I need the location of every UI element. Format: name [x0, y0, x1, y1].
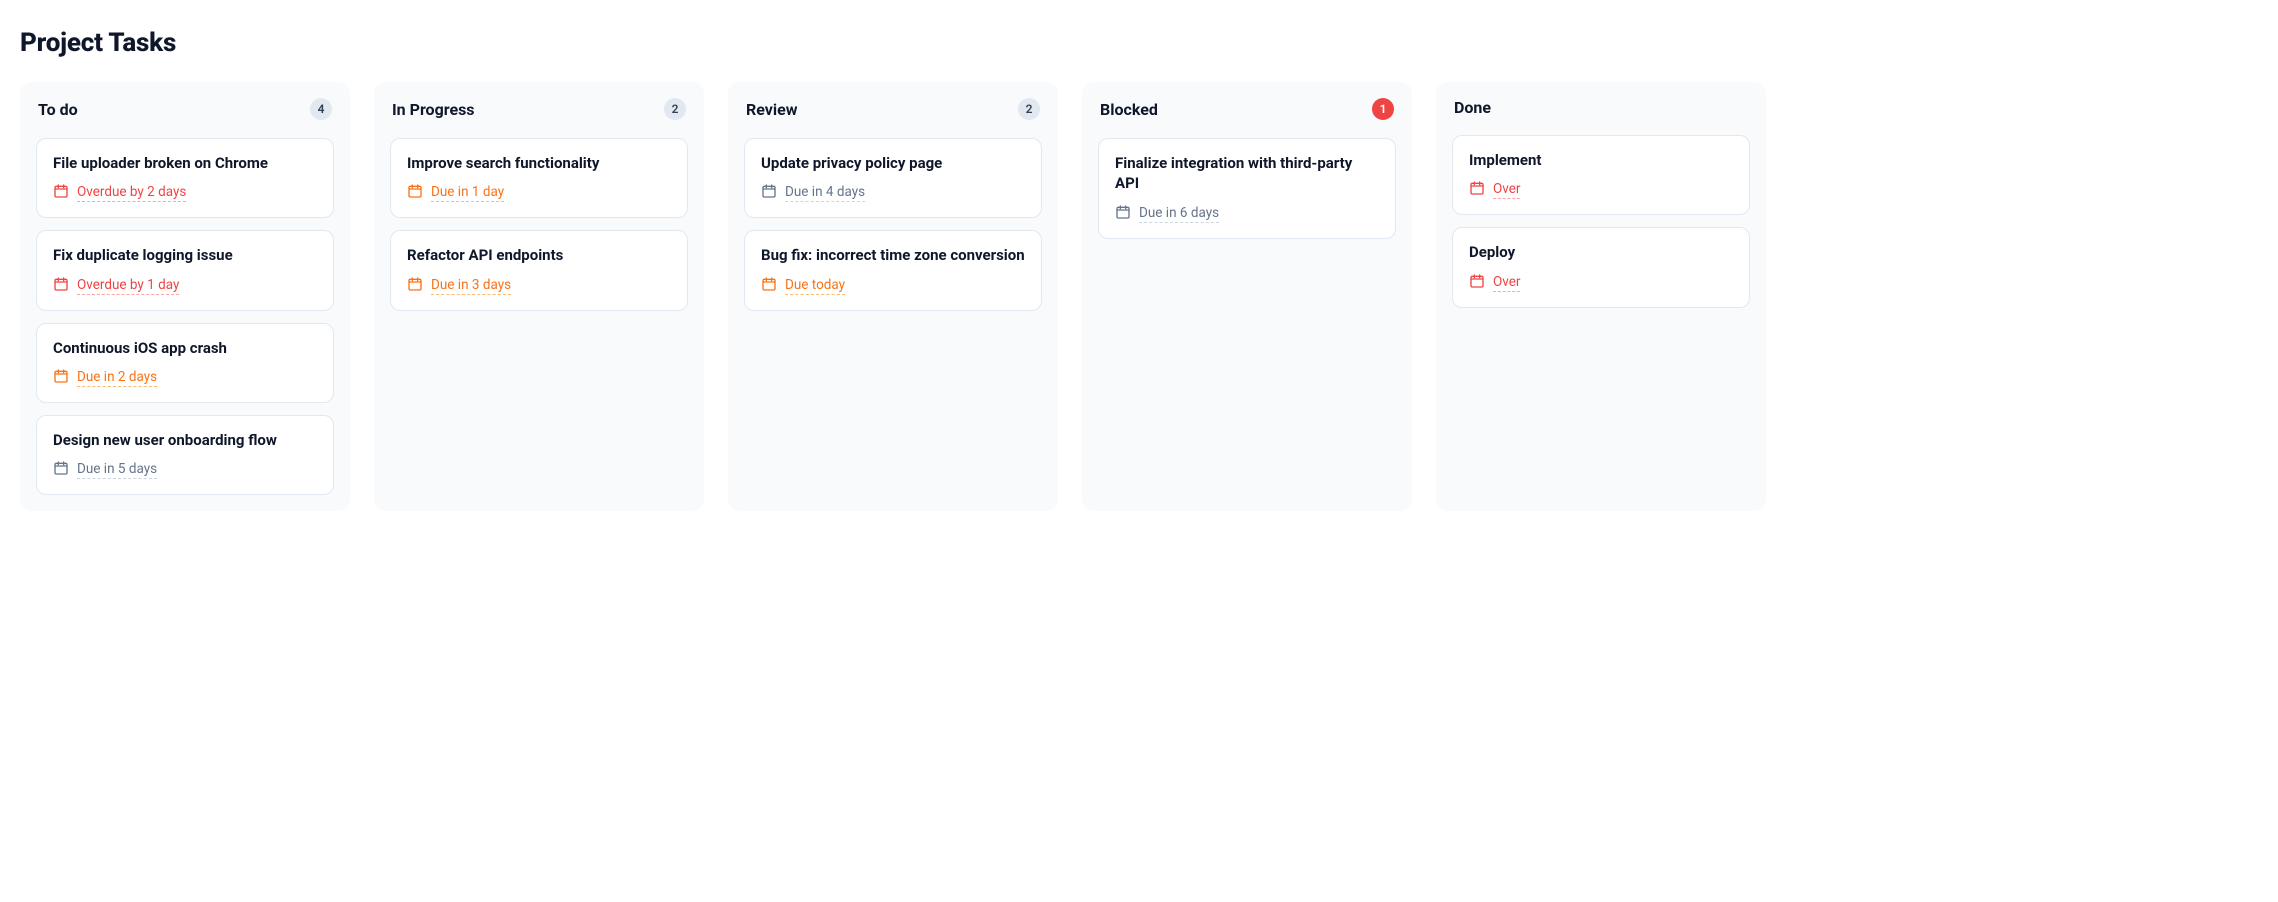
task-card[interactable]: Design new user onboarding flow Due in 5 … — [36, 415, 334, 495]
column-todo: To do 4 File uploader broken on Chrome Over… — [20, 82, 350, 511]
task-due: Overdue by 2 days — [53, 183, 317, 203]
column-done: Done Implement Over Deploy Over — [1436, 82, 1766, 511]
task-due: Due in 1 day — [407, 183, 671, 203]
column-in-progress: In Progress 2 Improve search functionality… — [374, 82, 704, 511]
task-due-label: Over — [1493, 274, 1520, 292]
calendar-icon — [761, 276, 777, 296]
task-title: Finalize integration with third-party AP… — [1115, 153, 1379, 194]
calendar-icon — [1115, 204, 1131, 224]
column-review: Review 2 Update privacy policy page Due in … — [728, 82, 1058, 511]
task-due: Due in 5 days — [53, 460, 317, 480]
task-due-label: Due in 6 days — [1139, 205, 1219, 223]
column-title: To do — [38, 100, 78, 119]
column-title: Done — [1454, 98, 1491, 117]
task-due: Due in 6 days — [1115, 204, 1379, 224]
task-due-label: Overdue by 1 day — [77, 277, 179, 295]
task-title: Fix duplicate logging issue — [53, 245, 317, 265]
task-title: Implement — [1469, 150, 1733, 170]
task-card[interactable]: Continuous iOS app crash Due in 2 days — [36, 323, 334, 403]
column-count-badge: 1 — [1372, 98, 1394, 120]
task-due: Over — [1469, 180, 1733, 200]
column-header: Blocked 1 — [1098, 98, 1396, 120]
column-count-badge: 4 — [310, 98, 332, 120]
calendar-icon — [53, 460, 69, 480]
column-header: To do 4 — [36, 98, 334, 120]
column-title: Review — [746, 100, 798, 119]
task-card[interactable]: Refactor API endpoints Due in 3 days — [390, 230, 688, 310]
calendar-icon — [53, 183, 69, 203]
calendar-icon — [1469, 180, 1485, 200]
task-title: Update privacy policy page — [761, 153, 1025, 173]
task-due: Due in 2 days — [53, 368, 317, 388]
kanban-board: To do 4 File uploader broken on Chrome Over… — [20, 82, 2258, 519]
task-title: Design new user onboarding flow — [53, 430, 317, 450]
task-title: File uploader broken on Chrome — [53, 153, 317, 173]
task-title: Deploy — [1469, 242, 1733, 262]
column-blocked: Blocked 1 Finalize integration with third-… — [1082, 82, 1412, 511]
calendar-icon — [1469, 273, 1485, 293]
calendar-icon — [761, 183, 777, 203]
task-due: Overdue by 1 day — [53, 276, 317, 296]
task-due: Due in 4 days — [761, 183, 1025, 203]
task-due: Over — [1469, 273, 1733, 293]
task-card[interactable]: Implement Over — [1452, 135, 1750, 215]
task-due-label: Due today — [785, 277, 845, 295]
task-due: Due today — [761, 276, 1025, 296]
task-due-label: Overdue by 2 days — [77, 184, 186, 202]
task-card[interactable]: Bug fix: incorrect time zone conversion D… — [744, 230, 1042, 310]
column-count-badge: 2 — [1018, 98, 1040, 120]
task-due-label: Due in 5 days — [77, 461, 157, 479]
column-title: Blocked — [1100, 100, 1158, 119]
task-due: Due in 3 days — [407, 276, 671, 296]
task-card[interactable]: Improve search functionality Due in 1 day — [390, 138, 688, 218]
calendar-icon — [407, 276, 423, 296]
task-due-label: Due in 4 days — [785, 184, 865, 202]
task-title: Bug fix: incorrect time zone conversion — [761, 245, 1025, 265]
task-due-label: Due in 3 days — [431, 277, 511, 295]
calendar-icon — [407, 183, 423, 203]
column-title: In Progress — [392, 100, 475, 119]
calendar-icon — [53, 276, 69, 296]
task-title: Refactor API endpoints — [407, 245, 671, 265]
column-header: Done — [1452, 98, 1750, 117]
task-card[interactable]: Deploy Over — [1452, 227, 1750, 307]
task-due-label: Due in 1 day — [431, 184, 504, 202]
column-count-badge: 2 — [664, 98, 686, 120]
column-header: Review 2 — [744, 98, 1042, 120]
task-card[interactable]: Update privacy policy page Due in 4 days — [744, 138, 1042, 218]
task-title: Improve search functionality — [407, 153, 671, 173]
task-card[interactable]: Fix duplicate logging issue Overdue by 1 … — [36, 230, 334, 310]
task-due-label: Over — [1493, 181, 1520, 199]
task-due-label: Due in 2 days — [77, 369, 157, 387]
calendar-icon — [53, 368, 69, 388]
task-card[interactable]: File uploader broken on Chrome Overdue by… — [36, 138, 334, 218]
task-title: Continuous iOS app crash — [53, 338, 317, 358]
page-title: Project Tasks — [20, 28, 2258, 58]
task-card[interactable]: Finalize integration with third-party AP… — [1098, 138, 1396, 239]
column-header: In Progress 2 — [390, 98, 688, 120]
